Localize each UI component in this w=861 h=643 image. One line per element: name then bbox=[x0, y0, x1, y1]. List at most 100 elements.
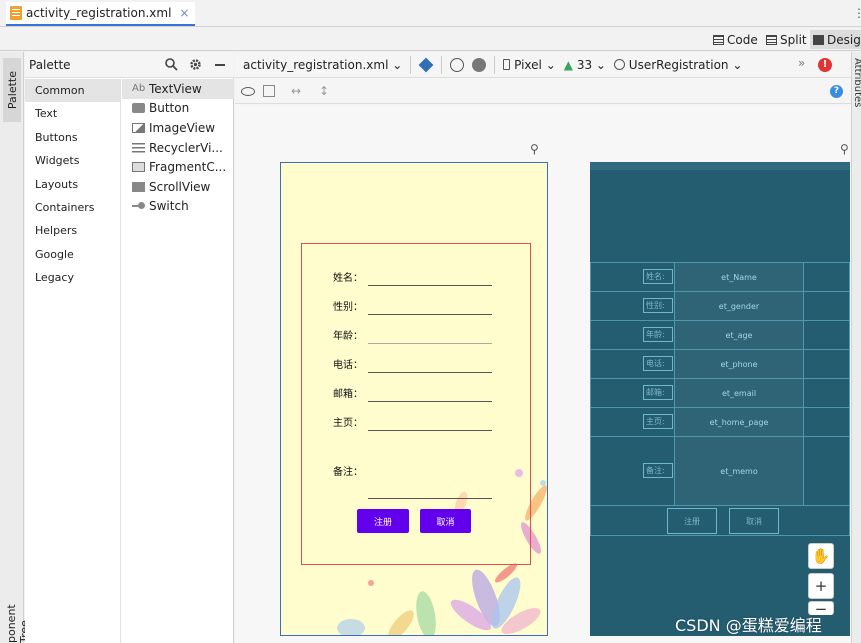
category-helpers[interactable]: Helpers bbox=[25, 219, 120, 242]
android-icon: ▲ bbox=[563, 57, 573, 72]
code-view-button[interactable]: Code bbox=[710, 30, 761, 49]
bp-label-name: 姓名: bbox=[643, 269, 673, 284]
error-icon[interactable]: ! bbox=[818, 58, 832, 72]
palette-item-label: RecyclerVi... bbox=[149, 140, 223, 155]
bp-label-email: 邮箱: bbox=[643, 385, 673, 400]
image-icon bbox=[132, 122, 145, 133]
vertical-resize-icon[interactable]: ↕ bbox=[319, 84, 329, 98]
list-icon bbox=[132, 142, 145, 153]
split-view-button[interactable]: Split bbox=[763, 30, 810, 49]
horizontal-resize-icon[interactable]: ↔ bbox=[291, 84, 301, 98]
view-mode-bar: Code Split Design bbox=[0, 28, 861, 51]
palette-item-textview[interactable]: Ab TextView bbox=[122, 79, 234, 99]
search-icon[interactable] bbox=[165, 58, 178, 71]
design-sub-toolbar: ↔ ↕ ? bbox=[235, 79, 851, 104]
palette-item-recyclerview[interactable]: RecyclerVi... bbox=[122, 138, 234, 158]
form-row-gender: 性别： bbox=[333, 298, 367, 313]
layout-file-dropdown[interactable]: activity_registration.xml ⌄ bbox=[243, 58, 402, 72]
attributes-strip-tab[interactable]: Attributes bbox=[852, 58, 861, 128]
zoom-in-icon[interactable]: + bbox=[808, 573, 834, 599]
button-icon bbox=[132, 103, 145, 114]
pin-icon[interactable]: ⚲ bbox=[530, 142, 539, 156]
bp-field-memo[interactable]: et_memo bbox=[674, 436, 804, 506]
bp-label-gender: 性别: bbox=[643, 298, 673, 313]
label-memo: 备注： bbox=[333, 466, 363, 478]
overflow-icon[interactable]: » bbox=[798, 56, 805, 70]
api-label: 33 bbox=[576, 57, 593, 72]
bp-label-age: 年龄: bbox=[643, 327, 673, 342]
split-icon bbox=[766, 34, 777, 45]
category-text[interactable]: Text bbox=[25, 102, 120, 125]
bp-field-homepage[interactable]: et_home_page bbox=[674, 407, 804, 437]
phone-field[interactable] bbox=[368, 372, 492, 373]
category-google[interactable]: Google bbox=[25, 243, 120, 266]
blueprint-icon[interactable] bbox=[263, 85, 275, 97]
file-tab[interactable]: activity_registration.xml × bbox=[6, 2, 196, 26]
code-icon bbox=[713, 34, 724, 45]
bp-field-phone[interactable]: et_phone bbox=[674, 349, 804, 379]
close-icon[interactable]: × bbox=[179, 6, 189, 20]
design-preview[interactable]: 姓名： 性别： 年龄： 电话： 邮箱： 主页： 备注： 注册 取消 bbox=[280, 162, 548, 636]
phone-icon bbox=[503, 58, 511, 70]
xml-file-icon bbox=[10, 6, 22, 20]
memo-field[interactable] bbox=[368, 498, 492, 499]
device-dropdown[interactable]: Pixel ⌄ bbox=[503, 58, 556, 72]
right-tool-strip: Attributes bbox=[851, 52, 861, 643]
palette-strip-tab[interactable]: Palette bbox=[3, 58, 21, 122]
theme-dropdown[interactable]: UserRegistration ⌄ bbox=[613, 58, 742, 72]
more-icon[interactable]: ⋮ bbox=[853, 6, 861, 20]
register-button[interactable]: 注册 bbox=[357, 509, 409, 533]
bp-label-phone: 电话: bbox=[643, 356, 673, 371]
design-canvas: ⚲ ⚲ 姓名： 性别： 年龄： 电话： 邮箱： 主页： 备注： 注册 取消 姓名… bbox=[235, 105, 851, 643]
age-field[interactable] bbox=[368, 343, 492, 344]
email-field[interactable] bbox=[368, 401, 492, 402]
label-phone: 电话： bbox=[333, 359, 363, 371]
bp-register-button[interactable]: 注册 bbox=[667, 508, 717, 534]
palette-title: Palette bbox=[29, 57, 71, 72]
pin-icon[interactable]: ⚲ bbox=[840, 142, 849, 156]
design-icon bbox=[813, 34, 824, 45]
category-legacy[interactable]: Legacy bbox=[25, 266, 120, 289]
scrollview-icon bbox=[132, 181, 145, 192]
night-mode-icon[interactable] bbox=[472, 57, 487, 72]
bp-field-email[interactable]: et_email bbox=[674, 378, 804, 408]
palette-item-switch[interactable]: Switch bbox=[122, 197, 234, 217]
form-row-phone: 电话： bbox=[333, 356, 367, 371]
textview-icon: Ab bbox=[132, 83, 146, 95]
api-dropdown[interactable]: ▲ 33 ⌄ bbox=[564, 58, 606, 72]
form-row-age: 年龄： bbox=[333, 327, 367, 342]
pan-hand-icon[interactable]: ✋ bbox=[808, 543, 834, 569]
palette-item-scrollview[interactable]: ScrollView bbox=[122, 177, 234, 197]
gear-icon[interactable] bbox=[189, 58, 202, 71]
category-buttons[interactable]: Buttons bbox=[25, 126, 120, 149]
homepage-field[interactable] bbox=[368, 430, 492, 431]
help-icon[interactable]: ? bbox=[830, 85, 843, 98]
split-label: Split bbox=[780, 32, 807, 47]
category-widgets[interactable]: Widgets bbox=[25, 149, 120, 172]
design-toolbar: activity_registration.xml ⌄ Pixel ⌄ ▲ 33… bbox=[235, 52, 851, 78]
cancel-button[interactable]: 取消 bbox=[420, 509, 471, 533]
code-label: Code bbox=[727, 32, 758, 47]
palette-item-imageview[interactable]: ImageView bbox=[122, 118, 234, 138]
name-field[interactable] bbox=[368, 285, 492, 286]
palette-item-fragmentcontainer[interactable]: FragmentC... bbox=[122, 157, 234, 177]
design-view-button[interactable]: Design bbox=[810, 30, 861, 49]
csdn-watermark: CSDN @蛋糕爱编程 bbox=[675, 616, 822, 635]
bp-cancel-button[interactable]: 取消 bbox=[729, 508, 779, 534]
palette-categories: Common Text Buttons Widgets Layouts Cont… bbox=[25, 79, 121, 643]
category-layouts[interactable]: Layouts bbox=[25, 173, 120, 196]
bp-field-gender[interactable]: et_gender bbox=[674, 291, 804, 321]
palette-item-button[interactable]: Button bbox=[122, 99, 234, 119]
left-tool-strip: Palette ponent Tree bbox=[0, 52, 31, 643]
label-email: 邮箱： bbox=[333, 388, 363, 400]
bp-field-name[interactable]: et_Name bbox=[674, 262, 804, 292]
gender-field[interactable] bbox=[368, 314, 492, 315]
orientation-icon[interactable] bbox=[450, 57, 465, 72]
bp-field-age[interactable]: et_age bbox=[674, 320, 804, 350]
minimize-icon[interactable] bbox=[215, 64, 225, 66]
category-containers[interactable]: Containers bbox=[25, 196, 120, 219]
form-row-email: 邮箱： bbox=[333, 385, 367, 400]
layers-icon[interactable] bbox=[418, 57, 434, 72]
category-common[interactable]: Common bbox=[25, 79, 120, 103]
eye-icon[interactable] bbox=[241, 87, 255, 96]
